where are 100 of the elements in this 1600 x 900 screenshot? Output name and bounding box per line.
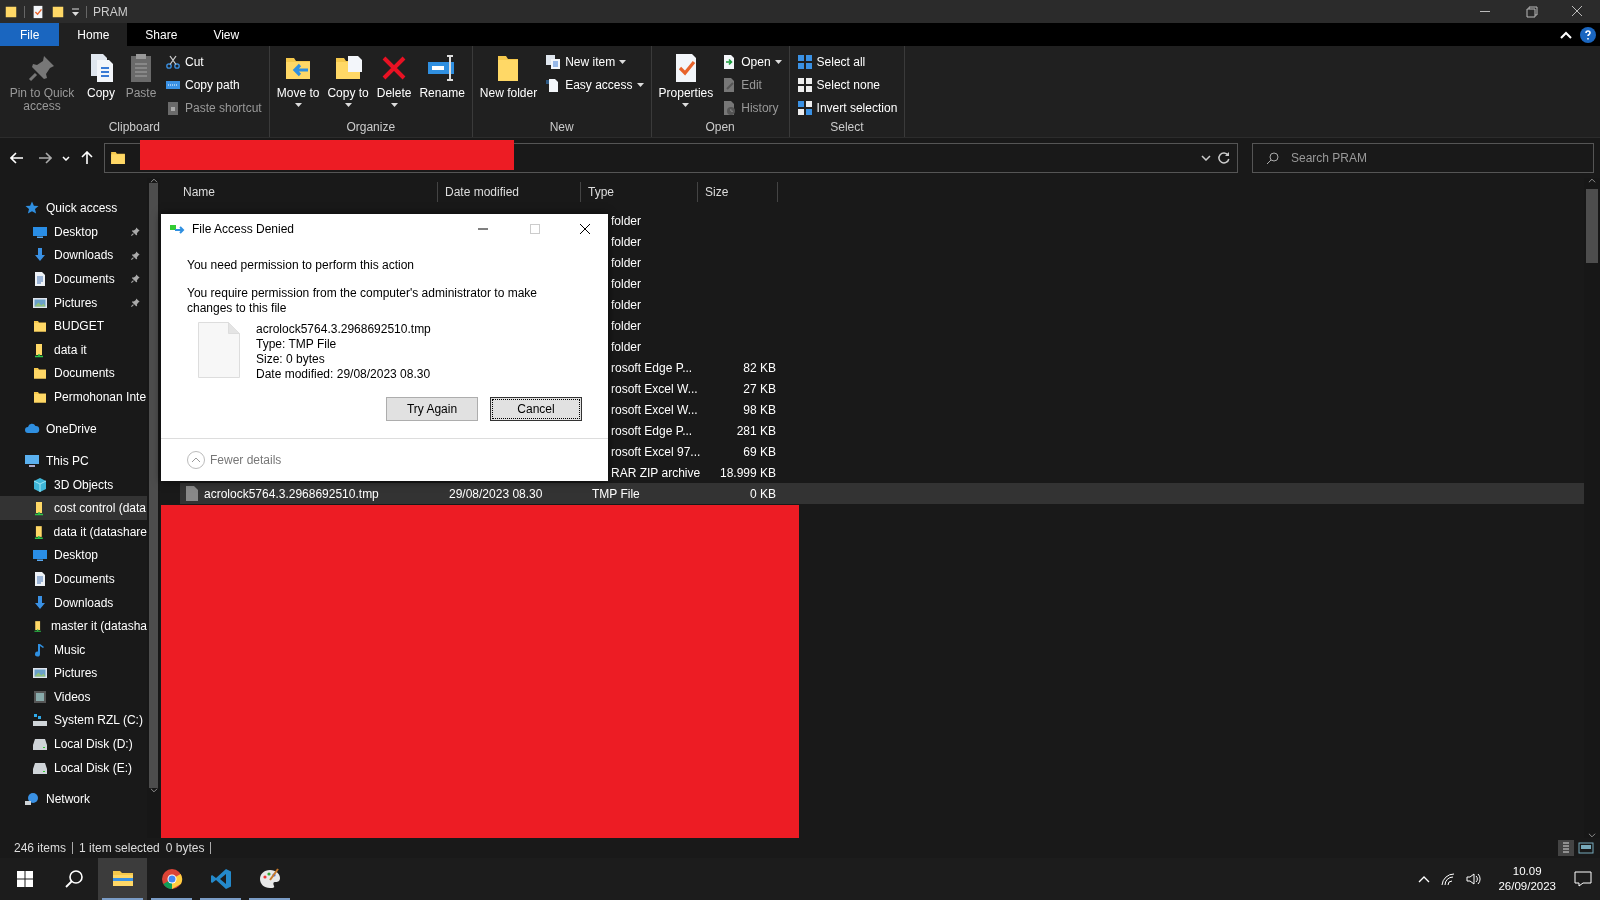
ribbon-button[interactable]: Select all bbox=[793, 52, 901, 72]
type-cell: rosoft Edge P... bbox=[611, 423, 693, 438]
customize-caret-icon[interactable] bbox=[71, 6, 80, 17]
nav-item[interactable]: Local Disk (D:) bbox=[0, 732, 147, 756]
ribbon-button[interactable]: Invert selection bbox=[793, 98, 901, 118]
type-cell: RAR ZIP archive bbox=[611, 465, 701, 480]
dropdown-caret-icon[interactable] bbox=[1201, 155, 1211, 161]
browser-icon bbox=[159, 867, 184, 891]
tiles-view-icon[interactable] bbox=[1578, 840, 1594, 856]
palette-icon bbox=[257, 867, 282, 891]
column-header[interactable]: Type bbox=[581, 182, 698, 202]
collapse-ribbon-icon[interactable] bbox=[1560, 30, 1572, 39]
nav-item[interactable]: cost control (data bbox=[0, 496, 147, 520]
ribbon-tab[interactable]: View bbox=[195, 23, 258, 46]
ribbon-tab[interactable]: File bbox=[0, 23, 60, 46]
chevron-up-icon[interactable] bbox=[1418, 875, 1431, 883]
details-view-icon[interactable] bbox=[1558, 840, 1574, 856]
grid-icon bbox=[796, 54, 813, 70]
nav-item[interactable]: Pictures bbox=[0, 290, 147, 315]
nav-item[interactable]: 3D Objects bbox=[0, 472, 147, 497]
properties-icon[interactable] bbox=[31, 4, 45, 19]
column-header[interactable]: Date modified bbox=[438, 182, 581, 202]
wifi-icon[interactable] bbox=[1440, 872, 1457, 886]
history-icon bbox=[721, 100, 738, 116]
scrollbar-thumb[interactable] bbox=[149, 183, 158, 788]
column-header[interactable]: Size bbox=[698, 182, 778, 202]
nav-item[interactable]: Desktop bbox=[0, 543, 147, 568]
ribbon-button[interactable]: Copy path bbox=[162, 75, 265, 95]
nav-item[interactable]: Quick access bbox=[46, 201, 118, 215]
window-title: PRAM bbox=[93, 4, 128, 19]
help-icon[interactable] bbox=[1580, 26, 1596, 43]
ribbon-button[interactable]: Copy to bbox=[324, 50, 372, 119]
scroll-up-icon[interactable] bbox=[1588, 178, 1596, 183]
file-move-icon bbox=[170, 223, 186, 235]
dialog-button[interactable]: Try Again bbox=[386, 397, 478, 421]
size-cell: 27 KB bbox=[743, 381, 776, 396]
recent-caret-icon[interactable] bbox=[62, 155, 70, 161]
nav-item[interactable]: Pictures bbox=[0, 661, 147, 686]
notification-icon[interactable] bbox=[1574, 871, 1592, 887]
ribbon-button[interactable]: Rename bbox=[416, 50, 468, 119]
nav-item[interactable]: Documents bbox=[0, 361, 147, 386]
ribbon-button[interactable]: New folder bbox=[476, 50, 541, 119]
folder-icon[interactable] bbox=[51, 4, 65, 19]
scroll-down-icon[interactable] bbox=[149, 788, 158, 793]
nav-item[interactable]: data it (datashare bbox=[0, 519, 147, 544]
blank-file-icon bbox=[198, 322, 240, 378]
scrollbar-thumb[interactable] bbox=[1586, 189, 1598, 263]
nav-item[interactable]: Documents bbox=[0, 267, 147, 291]
nav-item[interactable]: master it (datasha bbox=[0, 614, 147, 638]
nav-item[interactable]: data it bbox=[0, 337, 147, 362]
nav-item[interactable]: Downloads bbox=[0, 243, 147, 268]
dialog-button[interactable]: Cancel bbox=[490, 397, 582, 421]
ribbon-button[interactable]: Select none bbox=[793, 75, 901, 95]
video-icon bbox=[32, 688, 48, 705]
ribbon-button[interactable]: Easy access bbox=[542, 75, 647, 95]
ribbon-button[interactable]: Open bbox=[718, 52, 785, 72]
group-label: Clipboard bbox=[107, 119, 162, 136]
chevron-up-icon bbox=[187, 451, 205, 469]
ribbon-button[interactable]: Move to bbox=[273, 50, 323, 119]
folder-icon bbox=[111, 152, 125, 164]
ribbon-button[interactable]: Delete bbox=[373, 50, 415, 119]
ribbon-button[interactable]: Properties bbox=[655, 50, 717, 119]
folder-icon bbox=[32, 365, 48, 382]
taskbar-app[interactable] bbox=[98, 858, 147, 900]
ribbon-tab[interactable]: Share bbox=[127, 23, 196, 46]
ribbon-button[interactable]: Cut bbox=[162, 52, 265, 72]
file-size: Size: 0 bytes bbox=[256, 352, 326, 367]
ribbon-button[interactable]: Copy bbox=[82, 50, 120, 119]
nav-item[interactable]: Local Disk (E:) bbox=[0, 755, 147, 780]
nav-item[interactable]: OneDrive bbox=[46, 421, 97, 436]
nav-item[interactable]: This PC bbox=[46, 453, 89, 468]
download-icon bbox=[32, 594, 48, 611]
nav-item[interactable]: BUDGET bbox=[0, 314, 147, 338]
nav-item[interactable]: Network bbox=[46, 792, 90, 807]
column-header[interactable]: Name bbox=[176, 182, 438, 202]
grid-icon bbox=[796, 100, 813, 116]
dialog-message: You require permission from the computer's administrator to make changes to this file bbox=[187, 286, 538, 316]
folder-icon[interactable] bbox=[4, 4, 18, 19]
scroll-down-icon[interactable] bbox=[1588, 833, 1596, 838]
search-field[interactable]: Search PRAM bbox=[1252, 143, 1594, 173]
nav-item[interactable]: Videos bbox=[0, 685, 147, 709]
type-cell: rosoft Excel W... bbox=[611, 381, 698, 396]
ribbon-tab[interactable]: Home bbox=[59, 23, 128, 46]
drive-icon bbox=[32, 736, 48, 753]
new-item-icon bbox=[545, 54, 562, 70]
refresh-icon[interactable] bbox=[1217, 151, 1231, 165]
dialog-heading: You need permission to perform this action bbox=[187, 258, 415, 272]
nav-item[interactable]: Permohonan Inte bbox=[0, 385, 147, 409]
scroll-up-icon[interactable] bbox=[149, 178, 158, 183]
file-row[interactable]: acrolock5764.3.2968692510.tmp 29/08/2023 08.30 TMP File 0 KB bbox=[180, 483, 1584, 504]
network-icon bbox=[24, 791, 40, 808]
details-toggle[interactable]: Fewer details bbox=[187, 451, 282, 469]
nav-item[interactable]: System RZL (C:) bbox=[0, 708, 147, 733]
nav-item[interactable]: Desktop bbox=[0, 220, 147, 244]
nav-item[interactable]: Documents bbox=[0, 567, 147, 591]
ribbon-button[interactable]: New item bbox=[542, 52, 647, 72]
clock[interactable]: 10.09 26/09/2023 bbox=[1498, 864, 1556, 894]
nav-item[interactable]: Downloads bbox=[0, 590, 147, 615]
speaker-icon[interactable] bbox=[1466, 872, 1483, 886]
nav-item[interactable]: Music bbox=[0, 637, 147, 662]
